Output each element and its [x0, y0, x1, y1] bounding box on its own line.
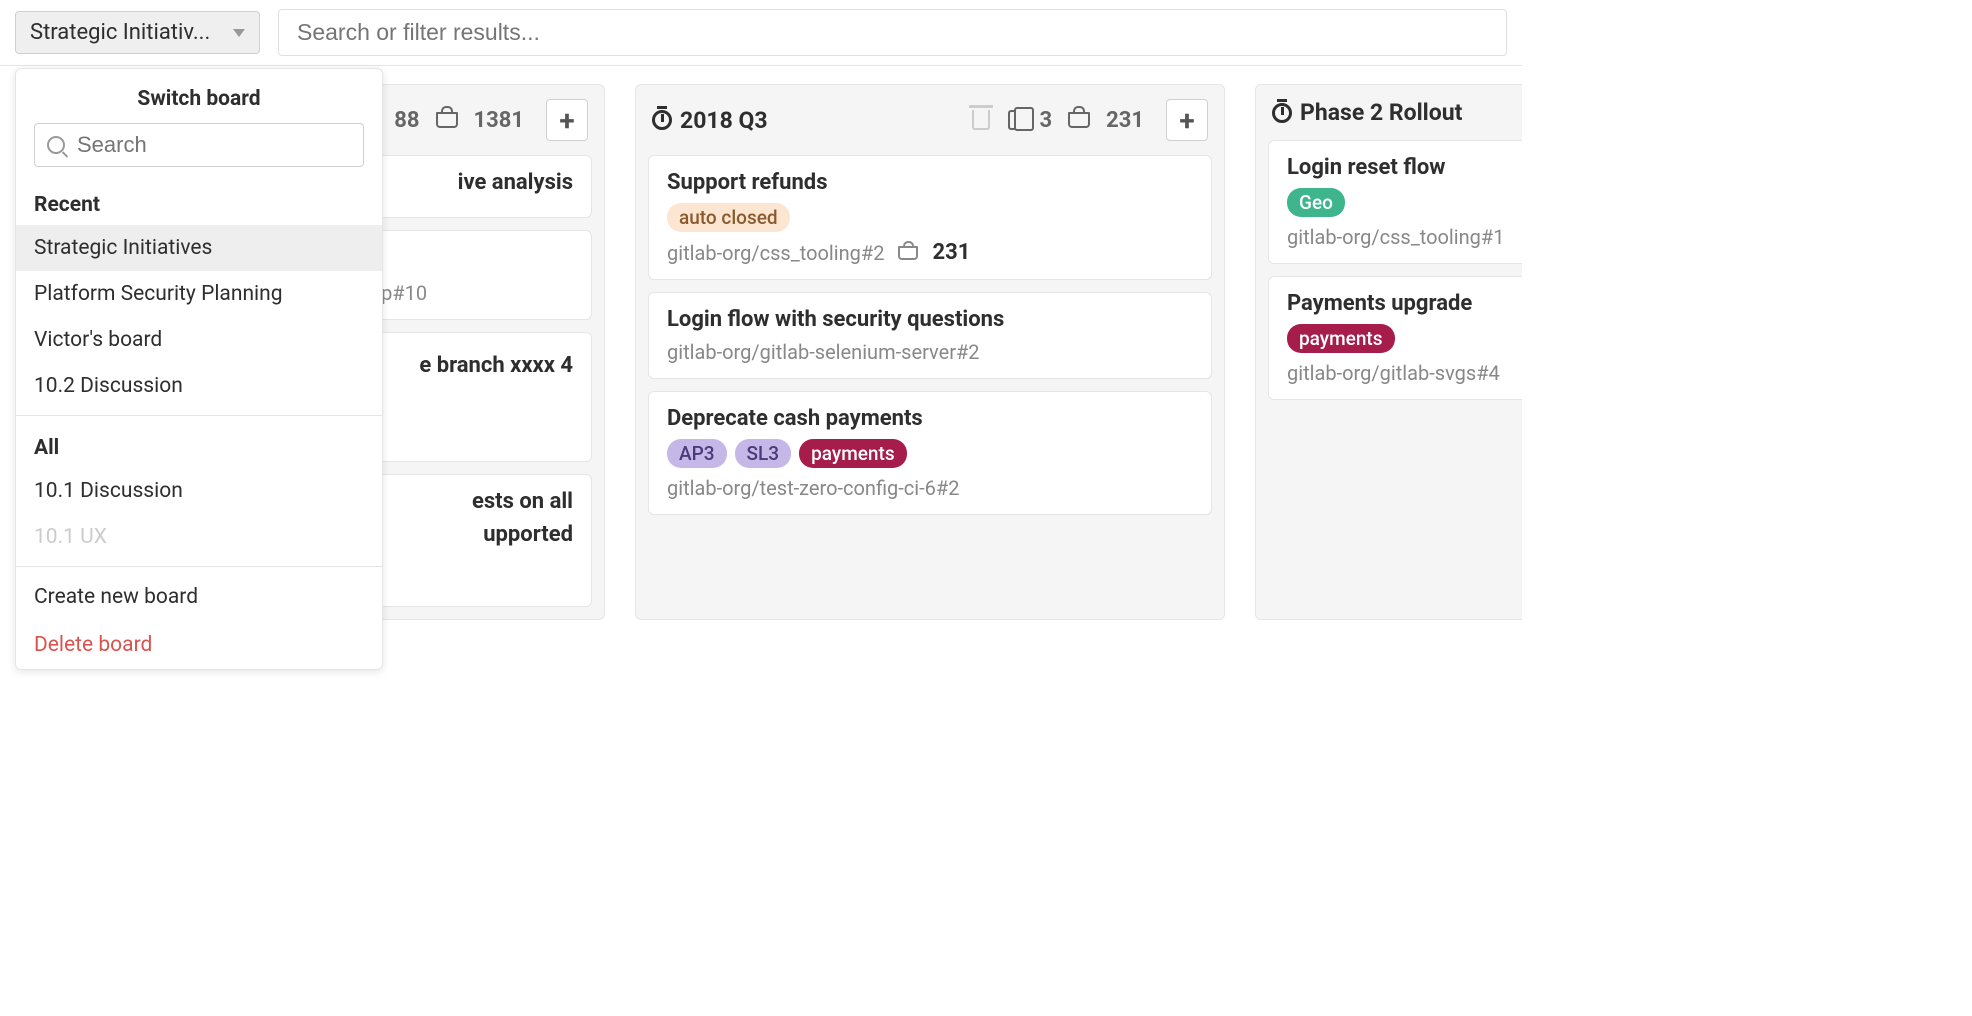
add-card-button[interactable]: + — [546, 99, 588, 141]
card-labels: payments — [1287, 324, 1518, 353]
dropdown-title: Switch board — [16, 69, 382, 123]
dropdown-item[interactable]: Platform Security Planning — [16, 271, 382, 317]
add-card-button[interactable]: + — [1166, 99, 1208, 141]
weight-icon — [436, 112, 458, 128]
issue-card[interactable]: Login reset flow Geo gitlab-org/css_tool… — [1268, 140, 1522, 264]
label: AP3 — [667, 439, 727, 468]
board-column: 2018 Q3 3 231 + Support refunds auto clo… — [635, 84, 1225, 620]
milestone-icon — [1272, 103, 1292, 123]
card-ref: gitlab-org/test-zero-config-ci-6#2 — [667, 476, 1193, 500]
dropdown-item[interactable]: 10.1 Discussion — [16, 468, 382, 514]
dropdown-item[interactable]: Strategic Initiatives — [16, 225, 382, 271]
milestone-icon — [652, 110, 672, 130]
dropdown-item[interactable]: 10.2 Discussion — [16, 363, 382, 409]
issue-card[interactable]: Login flow with security questions gitla… — [648, 292, 1212, 379]
card-title: Support refunds — [667, 170, 1193, 195]
delete-board-button[interactable]: Delete board — [16, 621, 382, 669]
all-header: All — [16, 422, 382, 468]
create-board-button[interactable]: Create new board — [16, 573, 382, 621]
chevron-down-icon — [233, 29, 245, 37]
column-title-text: Phase 2 Rollout — [1300, 99, 1462, 126]
column-title: Phase 2 Rollout — [1272, 99, 1462, 126]
label: payments — [799, 439, 907, 468]
card-labels: AP3 SL3 payments — [667, 439, 1193, 468]
card-count: 88 — [394, 108, 419, 133]
card-title: Login reset flow — [1287, 155, 1518, 180]
column-weight: 1381 — [474, 108, 525, 133]
divider — [16, 566, 382, 567]
card-weight: 231 — [932, 240, 970, 265]
dropdown-search-wrap — [16, 123, 382, 179]
dropdown-item[interactable]: Victor's board — [16, 317, 382, 363]
card-title: Deprecate cash payments — [667, 406, 1193, 431]
weight-icon — [1068, 112, 1090, 128]
search-icon — [47, 136, 65, 154]
column-header: Phase 2 Rollout — [1256, 85, 1522, 140]
column-title: 2018 Q3 — [652, 107, 768, 134]
weight-icon — [898, 246, 918, 260]
card-labels: auto closed — [667, 203, 1193, 232]
search-filter-input[interactable] — [278, 9, 1507, 56]
cards-list: Support refunds auto closed gitlab-org/c… — [636, 155, 1224, 527]
label: payments — [1287, 324, 1395, 353]
card-title: Payments upgrade — [1287, 291, 1518, 316]
divider — [16, 415, 382, 416]
column-weight: 231 — [1106, 108, 1144, 133]
trash-icon[interactable] — [972, 110, 990, 130]
card-title: Login flow with security questions — [667, 307, 1193, 332]
issue-card[interactable]: Support refunds auto closed gitlab-org/c… — [648, 155, 1212, 280]
cards-list: Login reset flow Geo gitlab-org/css_tool… — [1256, 140, 1522, 412]
top-bar: Strategic Initiativ... — [0, 0, 1522, 66]
board-column: Phase 2 Rollout Login reset flow Geo git… — [1255, 84, 1522, 620]
issue-card[interactable]: Deprecate cash payments AP3 SL3 payments… — [648, 391, 1212, 515]
card-ref: gitlab-org/gitlab-svgs#4 — [1287, 361, 1518, 385]
column-stats: 88 1381 — [394, 108, 524, 133]
card-meta: gitlab-org/css_tooling#2 231 — [667, 240, 1193, 265]
switch-board-dropdown: Switch board Recent Strategic Initiative… — [15, 68, 383, 670]
column-title-text: 2018 Q3 — [680, 107, 768, 134]
dropdown-item[interactable]: 10.1 UX — [16, 514, 382, 560]
recent-header: Recent — [16, 179, 382, 225]
card-count: 3 — [1040, 108, 1053, 133]
board-selector-label: Strategic Initiativ... — [30, 20, 210, 45]
board-selector-dropdown[interactable]: Strategic Initiativ... — [15, 11, 260, 54]
column-header: 2018 Q3 3 231 + — [636, 85, 1224, 155]
column-stats: 3 231 — [1008, 108, 1145, 133]
card-ref: gitlab-org/css_tooling#2 — [667, 241, 884, 265]
label: SL3 — [735, 439, 792, 468]
card-count-icon — [1008, 110, 1024, 130]
dropdown-search-input[interactable] — [77, 132, 351, 158]
card-ref: gitlab-org/gitlab-selenium-server#2 — [667, 340, 1193, 364]
label: Geo — [1287, 188, 1345, 217]
card-labels: Geo — [1287, 188, 1518, 217]
issue-card[interactable]: Payments upgrade payments gitlab-org/git… — [1268, 276, 1522, 400]
dropdown-search[interactable] — [34, 123, 364, 167]
card-ref: gitlab-org/css_tooling#1 — [1287, 225, 1518, 249]
label: auto closed — [667, 203, 790, 232]
